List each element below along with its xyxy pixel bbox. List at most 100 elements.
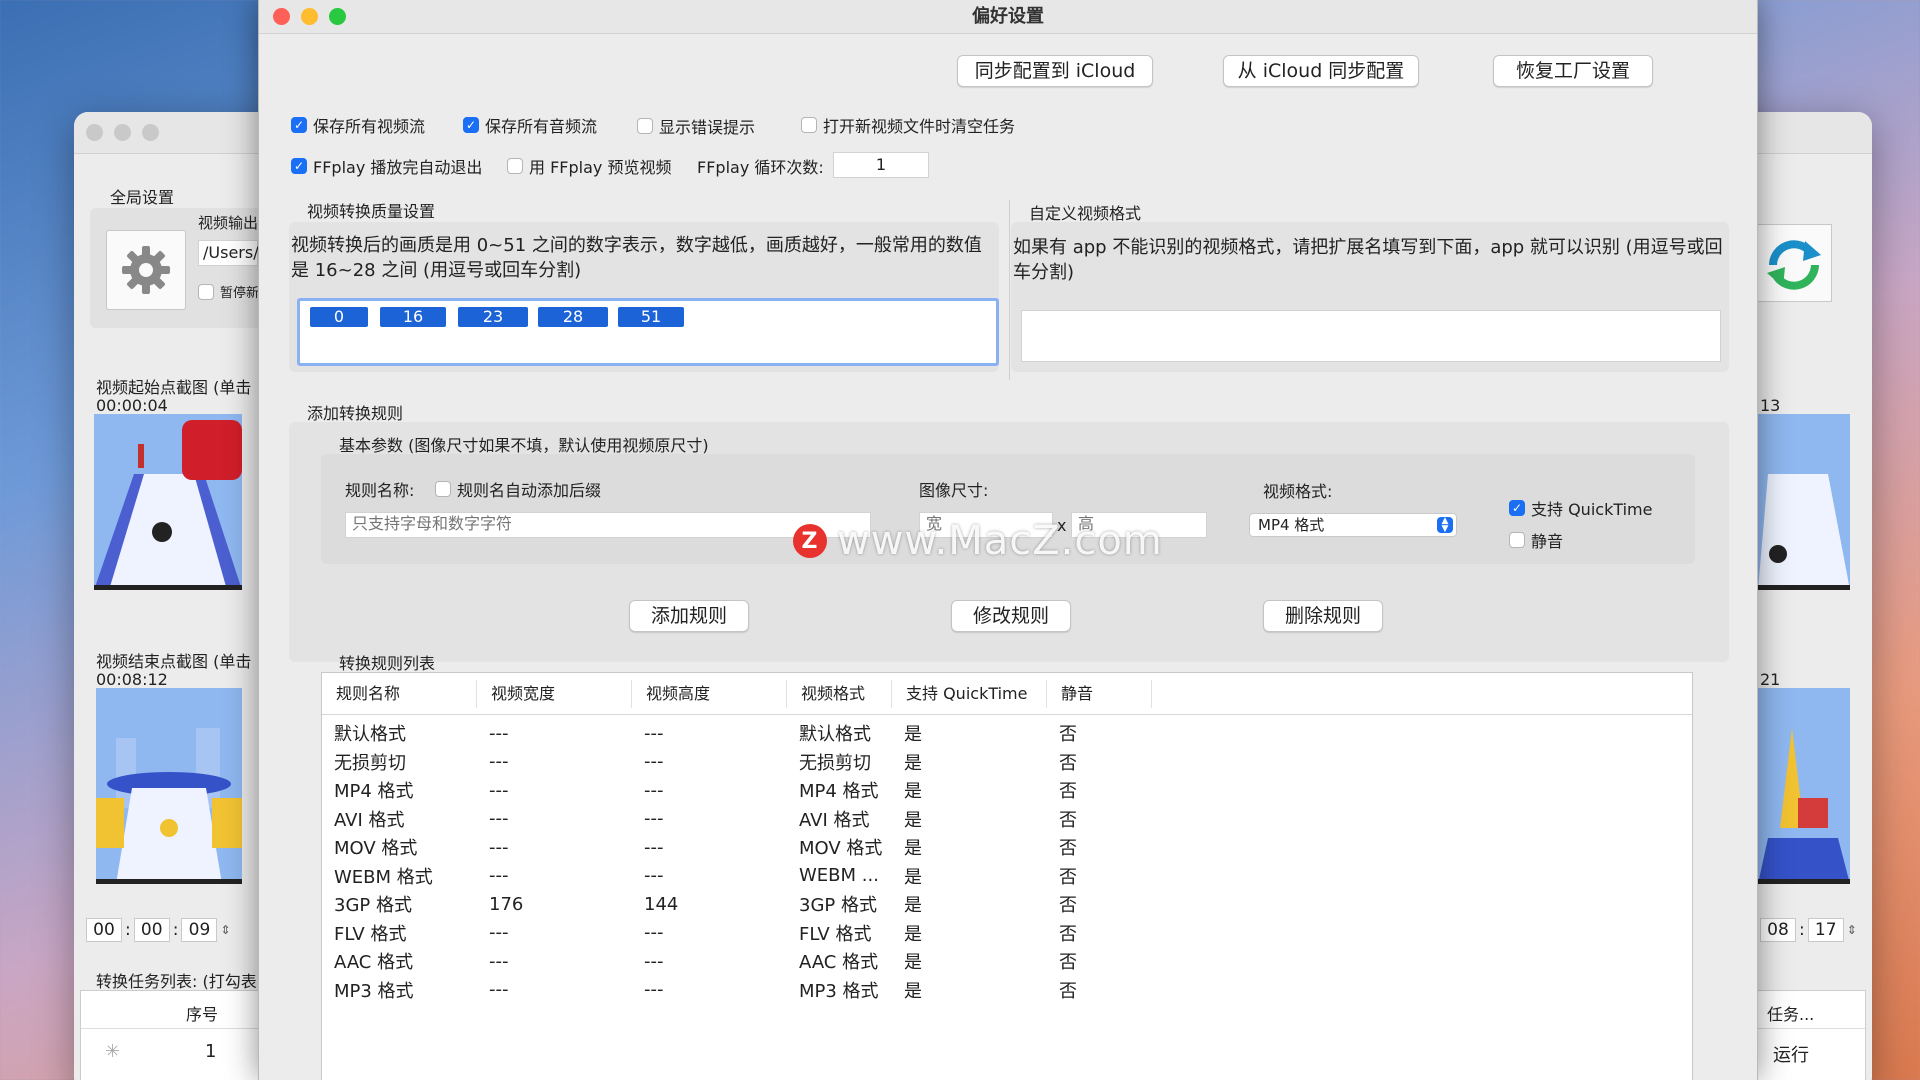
table-cell: 否: [1059, 866, 1077, 888]
checkmark-icon[interactable]: ✓: [463, 117, 479, 133]
chevron-updown-icon[interactable]: ▲ ▼: [1437, 517, 1453, 534]
checkmark-icon[interactable]: ✓: [1509, 500, 1525, 516]
right-second-field[interactable]: 17: [1807, 918, 1844, 942]
table-cell: 是: [904, 923, 922, 945]
dialog-title: 偏好设置: [972, 6, 1044, 27]
task-col-index: 序号: [186, 1005, 219, 1024]
add-rule-button[interactable]: 添加规则: [629, 600, 749, 632]
table-cell: MOV 格式: [334, 838, 418, 860]
quality-tag[interactable]: 16: [380, 307, 446, 327]
table-cell: ---: [644, 836, 664, 858]
table-row[interactable]: 默认格式 --- --- 默认格式 是 否: [322, 719, 1692, 748]
start-screenshot[interactable]: [94, 414, 242, 590]
checkmark-icon[interactable]: ✓: [291, 158, 307, 174]
checkmark-icon[interactable]: ✓: [291, 117, 307, 133]
save-all-audio-checkbox[interactable]: ✓ 保存所有音频流: [463, 113, 597, 137]
table-cell: 176: [489, 893, 524, 915]
table-cell: 是: [904, 866, 922, 888]
global-settings-label: 全局设置: [110, 188, 175, 207]
ffplay-loop-field[interactable]: 1: [833, 152, 929, 178]
settings-button[interactable]: [106, 230, 186, 310]
sync-from-icloud-button[interactable]: 从 iCloud 同步配置: [1223, 55, 1419, 87]
column-header[interactable]: 支持 QuickTime: [892, 679, 1047, 708]
quality-description: 视频转换后的画质是用 0~51 之间的数字表示，数字越低，画质越好，一般常用的数…: [291, 235, 982, 281]
watermark: Z www.MacZ.com: [793, 518, 1163, 564]
column-header[interactable]: 视频宽度: [477, 679, 632, 708]
hour-field[interactable]: 00: [86, 918, 122, 942]
pause-checkbox-box[interactable]: [198, 283, 214, 300]
table-row[interactable]: 3GP 格式 176 144 3GP 格式 是 否: [322, 890, 1692, 919]
rule-list-title: 转换规则列表: [339, 654, 436, 673]
game-screenshot-image: [94, 414, 242, 585]
column-header[interactable]: 视频高度: [632, 679, 787, 708]
table-row[interactable]: MP4 格式 --- --- MP4 格式 是 否: [322, 776, 1692, 805]
time-picker[interactable]: 00: 00: 09 ⇕: [86, 918, 231, 942]
table-row[interactable]: AVI 格式 --- --- AVI 格式 是 否: [322, 805, 1692, 834]
table-row[interactable]: AAC 格式 --- --- AAC 格式 是 否: [322, 947, 1692, 976]
table-cell: ---: [489, 808, 509, 830]
table-row[interactable]: MOV 格式 --- --- MOV 格式是否: [322, 833, 1692, 862]
table-cell: FLV 格式: [334, 923, 407, 945]
show-errors-checkbox[interactable]: 显示错误提示: [637, 114, 755, 138]
gear-icon: [122, 246, 170, 294]
right-time-picker[interactable]: 08: 17 ⇕: [1760, 918, 1857, 942]
quality-tag[interactable]: 51: [618, 307, 684, 327]
checkbox-box[interactable]: [1509, 532, 1525, 548]
dialog-zoom-button[interactable]: [329, 8, 346, 25]
table-cell: AVI 格式: [799, 809, 870, 831]
second-field[interactable]: 09: [181, 918, 218, 942]
checkbox-box[interactable]: [435, 481, 451, 497]
table-row[interactable]: 无损剪切 --- --- 无损剪切 是 否: [322, 748, 1692, 777]
table-row[interactable]: WEBM 格式 --- --- WEBM ... 是 否: [322, 862, 1692, 891]
minimize-button[interactable]: [114, 124, 131, 141]
column-header[interactable]: 视频格式: [787, 679, 892, 708]
custom-format-field[interactable]: [1021, 310, 1721, 362]
checkbox-box[interactable]: [637, 118, 653, 134]
table-cell: AAC 格式: [334, 952, 414, 974]
rule-list-table[interactable]: 规则名称 视频宽度 视频高度 视频格式 支持 QuickTime 静音 默认格式…: [321, 672, 1693, 1080]
stepper-icon[interactable]: ⇕: [220, 923, 230, 937]
table-row[interactable]: MP3 格式 --- --- MP3 格式 是 否: [322, 976, 1692, 1005]
table-cell: ---: [489, 950, 509, 972]
close-button[interactable]: [86, 124, 103, 141]
table-cell: 是: [904, 952, 922, 974]
refresh-button[interactable]: [1754, 224, 1832, 302]
modify-rule-button[interactable]: 修改规则: [951, 600, 1071, 632]
ffplay-preview-checkbox[interactable]: 用 FFplay 预览视频: [507, 154, 671, 178]
stepper-icon[interactable]: ⇕: [1847, 923, 1857, 937]
zoom-button[interactable]: [142, 124, 159, 141]
quicktime-checkbox[interactable]: ✓ 支持 QuickTime: [1509, 496, 1653, 520]
auto-suffix-checkbox[interactable]: 规则名自动添加后缀: [435, 477, 601, 501]
sync-to-icloud-button[interactable]: 同步配置到 iCloud: [957, 55, 1153, 87]
delete-rule-button[interactable]: 删除规则: [1263, 600, 1383, 632]
mute-checkbox[interactable]: 静音: [1509, 528, 1563, 552]
quality-tag[interactable]: 28: [538, 307, 608, 327]
minute-field[interactable]: 00: [133, 918, 170, 942]
quality-tag[interactable]: 23: [458, 307, 528, 327]
right-minute-field[interactable]: 08: [1760, 918, 1796, 942]
save-all-video-label: 保存所有视频流: [313, 117, 426, 136]
right-end-screenshot[interactable]: [1758, 688, 1850, 884]
end-shot-label: 视频结束点截图 (单击: [96, 652, 252, 671]
checkbox-box[interactable]: [507, 158, 523, 174]
factory-reset-button[interactable]: 恢复工厂设置: [1493, 55, 1653, 87]
quality-tag[interactable]: 0: [310, 307, 368, 327]
table-row[interactable]: FLV 格式 --- --- FLV 格式 是 否: [322, 919, 1692, 948]
save-all-video-checkbox[interactable]: ✓ 保存所有视频流: [291, 113, 425, 137]
table-cell: ---: [489, 865, 509, 887]
ffplay-auto-exit-checkbox[interactable]: ✓ FFplay 播放完自动退出: [291, 154, 482, 178]
column-header[interactable]: 静音: [1047, 679, 1152, 708]
table-cell: 是: [904, 781, 922, 803]
checkbox-box[interactable]: [801, 117, 817, 133]
right-start-screenshot[interactable]: [1758, 414, 1850, 590]
output-path-field[interactable]: /Users/: [198, 240, 259, 266]
format-select-value: MP4 格式: [1258, 516, 1325, 534]
quality-token-field[interactable]: 0 16 23 28 51: [297, 298, 999, 366]
column-header[interactable]: 规则名称: [322, 679, 477, 708]
dialog-minimize-button[interactable]: [301, 8, 318, 25]
end-screenshot[interactable]: [96, 688, 242, 884]
format-select[interactable]: MP4 格式 ▲ ▼: [1249, 513, 1457, 537]
clear-tasks-checkbox[interactable]: 打开新视频文件时清空任务: [801, 113, 1015, 137]
pause-checkbox[interactable]: 暂停新: [198, 282, 259, 301]
dialog-close-button[interactable]: [273, 8, 290, 25]
